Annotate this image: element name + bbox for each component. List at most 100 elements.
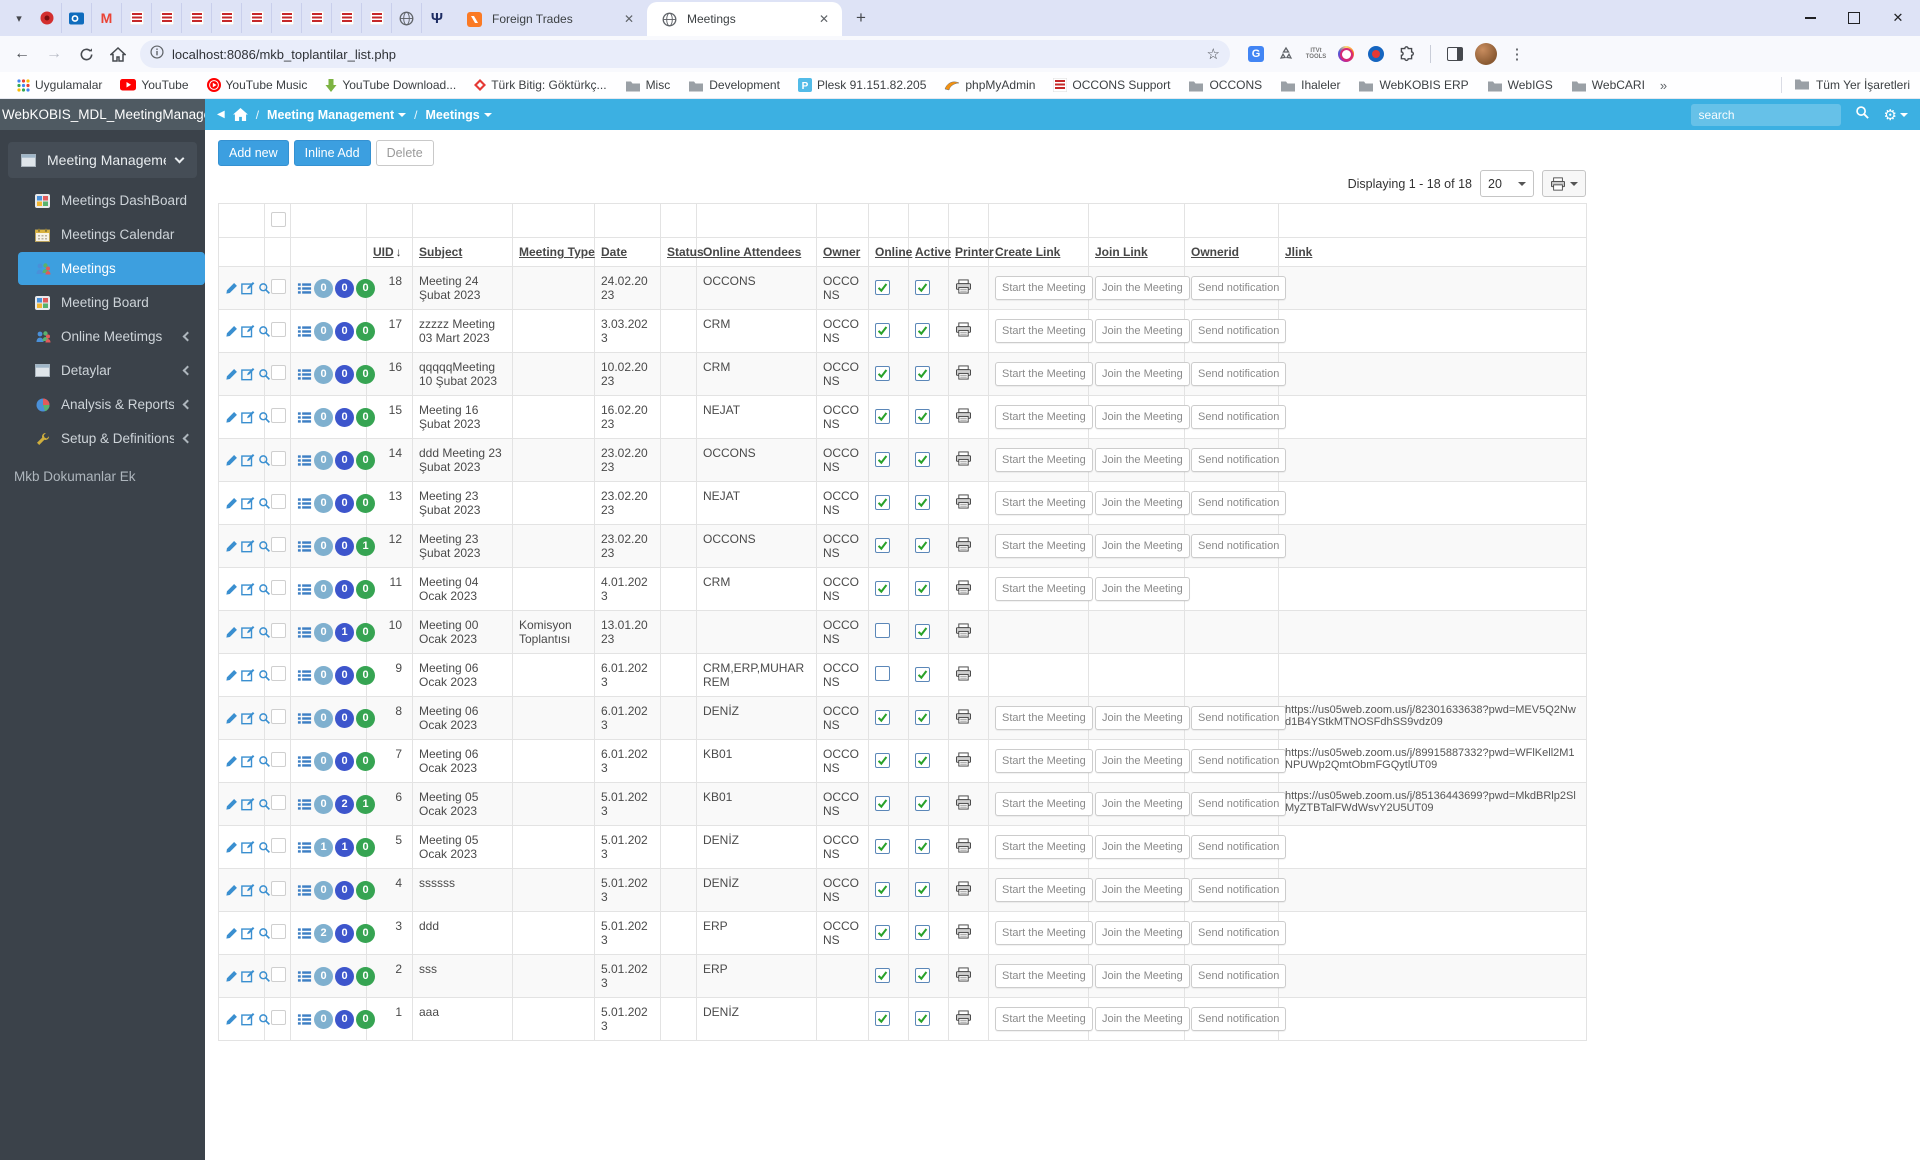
row-inline-edit-icon[interactable] — [241, 797, 255, 811]
column-header-date[interactable]: Date — [601, 245, 627, 259]
row-select-checkbox[interactable] — [271, 709, 286, 724]
select-all-checkbox[interactable] — [271, 211, 286, 227]
column-header-active[interactable]: Active — [915, 245, 951, 259]
send-notification-button[interactable]: Send notification — [1191, 835, 1287, 859]
webapp-pinned-tab[interactable] — [152, 3, 182, 33]
tools-extension-icon[interactable]: ITVt TOOLS — [1306, 44, 1327, 64]
row-edit-icon[interactable] — [225, 798, 238, 811]
column-header-owner[interactable]: Owner — [823, 245, 860, 259]
printer-icon[interactable] — [955, 451, 972, 466]
bookmark-t-rk-bitig-g-kt-rk[interactable]: Türk Bitig: Göktürkç... — [467, 76, 613, 94]
active-checkbox[interactable] — [915, 409, 930, 424]
row-select-checkbox[interactable] — [271, 451, 286, 466]
row-view-icon[interactable] — [258, 1013, 271, 1026]
join-meeting-button[interactable]: Join the Meeting — [1095, 1007, 1190, 1031]
online-checkbox[interactable] — [875, 280, 890, 295]
sidebar-collapse-icon[interactable]: ◀ — [217, 109, 225, 120]
row-edit-icon[interactable] — [225, 497, 238, 510]
online-checkbox[interactable] — [875, 495, 890, 510]
row-view-icon[interactable] — [258, 755, 271, 768]
row-select-checkbox[interactable] — [271, 494, 286, 509]
gmail-pinned-tab[interactable]: M — [92, 3, 122, 33]
printer-icon[interactable] — [955, 795, 972, 810]
send-notification-button[interactable]: Send notification — [1191, 706, 1287, 730]
online-checkbox[interactable] — [875, 882, 890, 897]
row-list-icon[interactable] — [297, 711, 312, 726]
active-checkbox[interactable] — [915, 366, 930, 381]
join-meeting-button[interactable]: Join the Meeting — [1095, 792, 1190, 816]
start-meeting-button[interactable]: Start the Meeting — [995, 921, 1093, 945]
row-edit-icon[interactable] — [225, 325, 238, 338]
row-edit-icon[interactable] — [225, 841, 238, 854]
start-meeting-button[interactable]: Start the Meeting — [995, 792, 1093, 816]
printer-icon[interactable] — [955, 537, 972, 552]
row-inline-edit-icon[interactable] — [241, 840, 255, 854]
printer-icon[interactable] — [955, 580, 972, 595]
tab-meetings[interactable]: Meetings ✕ — [647, 2, 842, 36]
active-checkbox[interactable] — [915, 667, 930, 682]
active-checkbox[interactable] — [915, 280, 930, 295]
row-list-icon[interactable] — [297, 367, 312, 382]
active-checkbox[interactable] — [915, 323, 930, 338]
printer-icon[interactable] — [955, 838, 972, 853]
row-edit-icon[interactable] — [225, 884, 238, 897]
row-view-icon[interactable] — [258, 798, 271, 811]
row-edit-icon[interactable] — [225, 282, 238, 295]
row-inline-edit-icon[interactable] — [241, 754, 255, 768]
send-notification-button[interactable]: Send notification — [1191, 362, 1287, 386]
webapp-pinned-tab[interactable] — [302, 3, 332, 33]
bookmark-occons-support[interactable]: OCCONS Support — [1046, 76, 1177, 94]
column-header-create[interactable]: Create Link — [995, 245, 1060, 259]
send-notification-button[interactable]: Send notification — [1191, 534, 1287, 558]
row-edit-icon[interactable] — [225, 540, 238, 553]
bookmarks-overflow-chevron[interactable]: » — [1660, 78, 1667, 93]
row-view-icon[interactable] — [258, 454, 271, 467]
sidebar-item-detaylar[interactable]: Detaylar — [0, 354, 205, 387]
join-meeting-button[interactable]: Join the Meeting — [1095, 319, 1190, 343]
globe-pinned-tab[interactable] — [392, 3, 422, 33]
row-view-icon[interactable] — [258, 970, 271, 983]
active-checkbox[interactable] — [915, 624, 930, 639]
start-meeting-button[interactable]: Start the Meeting — [995, 405, 1093, 429]
row-select-checkbox[interactable] — [271, 365, 286, 380]
printer-icon[interactable] — [955, 709, 972, 724]
recycle-extension-icon[interactable] — [1276, 44, 1296, 64]
sidebar-item-meetings-calendar[interactable]: Meetings Calendar — [0, 218, 205, 251]
bookmark-youtube[interactable]: YouTube — [113, 76, 195, 94]
active-checkbox[interactable] — [915, 452, 930, 467]
translate-extension-icon[interactable]: G — [1246, 44, 1266, 64]
bookmark-development[interactable]: Development — [681, 76, 787, 94]
home-button[interactable] — [104, 40, 132, 68]
row-view-icon[interactable] — [258, 841, 271, 854]
row-edit-icon[interactable] — [225, 368, 238, 381]
printer-icon[interactable] — [955, 666, 972, 681]
row-select-checkbox[interactable] — [271, 623, 286, 638]
window-close-button[interactable]: ✕ — [1876, 0, 1920, 36]
bookmark-ihaleler[interactable]: Ihaleler — [1273, 76, 1347, 94]
join-meeting-button[interactable]: Join the Meeting — [1095, 491, 1190, 515]
online-checkbox[interactable] — [875, 839, 890, 854]
row-select-checkbox[interactable] — [271, 279, 286, 294]
row-list-icon[interactable] — [297, 324, 312, 339]
page-size-select[interactable]: 20 — [1480, 170, 1534, 197]
column-header-uid[interactable]: UID — [373, 245, 394, 259]
column-header-online[interactable]: Online — [875, 245, 912, 259]
join-meeting-button[interactable]: Join the Meeting — [1095, 878, 1190, 902]
online-checkbox[interactable] — [875, 409, 890, 424]
row-view-icon[interactable] — [258, 282, 271, 295]
send-notification-button[interactable]: Send notification — [1191, 448, 1287, 472]
add-new-button[interactable]: Add new — [218, 140, 289, 166]
tab-close-icon[interactable]: ✕ — [621, 11, 637, 27]
row-view-icon[interactable] — [258, 626, 271, 639]
start-meeting-button[interactable]: Start the Meeting — [995, 534, 1093, 558]
row-view-icon[interactable] — [258, 497, 271, 510]
sidebar-item-meeting-board[interactable]: Meeting Board — [0, 286, 205, 319]
printer-icon[interactable] — [955, 365, 972, 380]
row-inline-edit-icon[interactable] — [241, 1012, 255, 1026]
row-list-icon[interactable] — [297, 539, 312, 554]
row-select-checkbox[interactable] — [271, 838, 286, 853]
row-list-icon[interactable] — [297, 625, 312, 640]
back-button[interactable]: ← — [8, 40, 36, 68]
webapp-pinned-tab[interactable] — [212, 3, 242, 33]
tab-foreign-trades[interactable]: Foreign Trades ✕ — [452, 2, 647, 36]
